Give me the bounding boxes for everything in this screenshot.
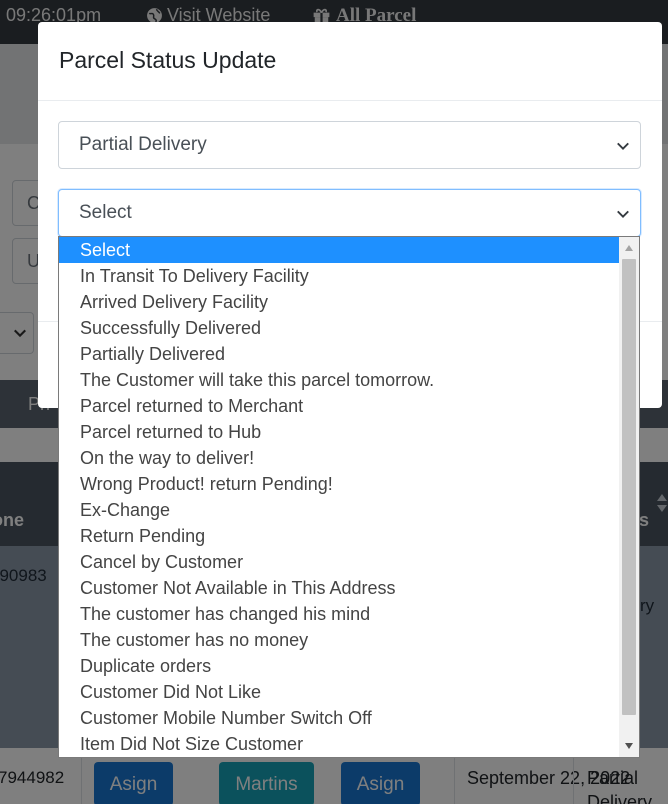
scroll-down-arrow-icon[interactable] xyxy=(623,741,635,751)
dropdown-option[interactable]: Parcel returned to Merchant xyxy=(59,393,619,419)
dropdown-option[interactable]: Wrong Product! return Pending! xyxy=(59,471,619,497)
chevron-down-icon xyxy=(617,142,629,150)
dropdown-option[interactable]: On the way to deliver! xyxy=(59,445,619,471)
dropdown-option[interactable]: Parcel returned to Hub xyxy=(59,419,619,445)
dropdown-option[interactable]: Ex-Change xyxy=(59,497,619,523)
dropdown-option[interactable]: The customer has no money xyxy=(59,627,619,653)
dropdown-option[interactable]: Successfully Delivered xyxy=(59,315,619,341)
dropdown-scrollbar[interactable] xyxy=(619,237,639,757)
status-select-value: Partial Delivery xyxy=(79,134,207,155)
modal-header: Parcel Status Update xyxy=(38,22,662,101)
modal-title: Parcel Status Update xyxy=(59,47,277,73)
dropdown-option[interactable]: Cancel by Customer xyxy=(59,549,619,575)
dropdown-option[interactable]: Customer Not Available in This Address xyxy=(59,575,619,601)
dropdown-option[interactable]: Duplicate orders xyxy=(59,653,619,679)
dropdown-option[interactable]: Select xyxy=(59,237,619,263)
dropdown-option[interactable]: In Transit To Delivery Facility xyxy=(59,263,619,289)
dropdown-option[interactable]: Partially Delivered xyxy=(59,341,619,367)
scroll-thumb[interactable] xyxy=(622,259,636,715)
dropdown-option[interactable]: Customer Did Not Like xyxy=(59,679,619,705)
dropdown-option[interactable]: Return Pending xyxy=(59,523,619,549)
reason-dropdown-list[interactable]: Select In Transit To Delivery Facility Arr… xyxy=(58,236,640,758)
reason-select-value: Select xyxy=(79,202,132,223)
dropdown-options: Select In Transit To Delivery Facility Arr… xyxy=(59,237,619,757)
dropdown-option[interactable]: The customer has changed his mind xyxy=(59,601,619,627)
dropdown-option[interactable]: Customer Mobile Number Switch Off xyxy=(59,705,619,731)
status-select[interactable]: Partial Delivery xyxy=(58,121,641,169)
chevron-down-icon xyxy=(617,210,629,218)
dropdown-option[interactable]: Item Did Not Size Customer xyxy=(59,731,619,757)
reason-select[interactable]: Select xyxy=(58,189,641,237)
dropdown-option[interactable]: Arrived Delivery Facility xyxy=(59,289,619,315)
dropdown-option[interactable]: The Customer will take this parcel tomor… xyxy=(59,367,619,393)
scroll-up-arrow-icon[interactable] xyxy=(623,243,635,253)
